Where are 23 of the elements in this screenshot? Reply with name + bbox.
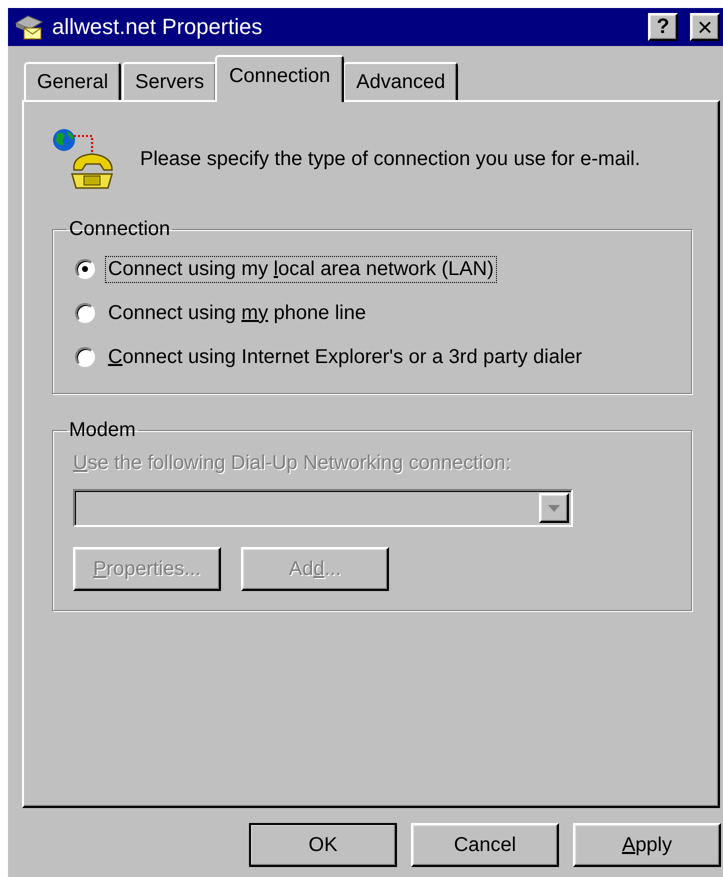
connection-dropdown[interactable] — [73, 489, 573, 527]
window-title: allwest.net Properties — [52, 14, 264, 40]
tab[interactable]: Servers — [122, 62, 218, 100]
radio-label[interactable]: Connect using Internet Explorer's or a 3rd party dialer — [105, 344, 586, 370]
mail-server-icon — [14, 13, 44, 41]
tab[interactable]: Advanced — [343, 62, 458, 100]
tab[interactable]: General — [24, 62, 122, 100]
tab[interactable]: Connection — [215, 55, 344, 102]
dropdown-arrow-icon — [548, 504, 560, 512]
close-button[interactable]: × — [690, 13, 720, 41]
group-title: Connection — [68, 218, 172, 241]
help-button[interactable]: ? — [648, 13, 678, 41]
radio-label[interactable]: Connect using my local area network (LAN) — [105, 256, 497, 282]
radio-button[interactable] — [75, 303, 95, 323]
ok-button[interactable]: OK — [249, 823, 397, 867]
apply-button[interactable]: Apply — [573, 823, 721, 867]
instruction-text: Please specify the type of connection you use for e-mail. — [140, 148, 640, 170]
radio-button[interactable] — [75, 347, 95, 367]
cancel-button[interactable]: Cancel — [411, 823, 559, 867]
radio-label[interactable]: Connect using my phone line — [105, 300, 369, 326]
radio-button[interactable] — [75, 259, 95, 279]
group-title: Modem — [68, 419, 137, 442]
field-label: Use the following Dial-Up Networking connection: — [73, 452, 511, 475]
